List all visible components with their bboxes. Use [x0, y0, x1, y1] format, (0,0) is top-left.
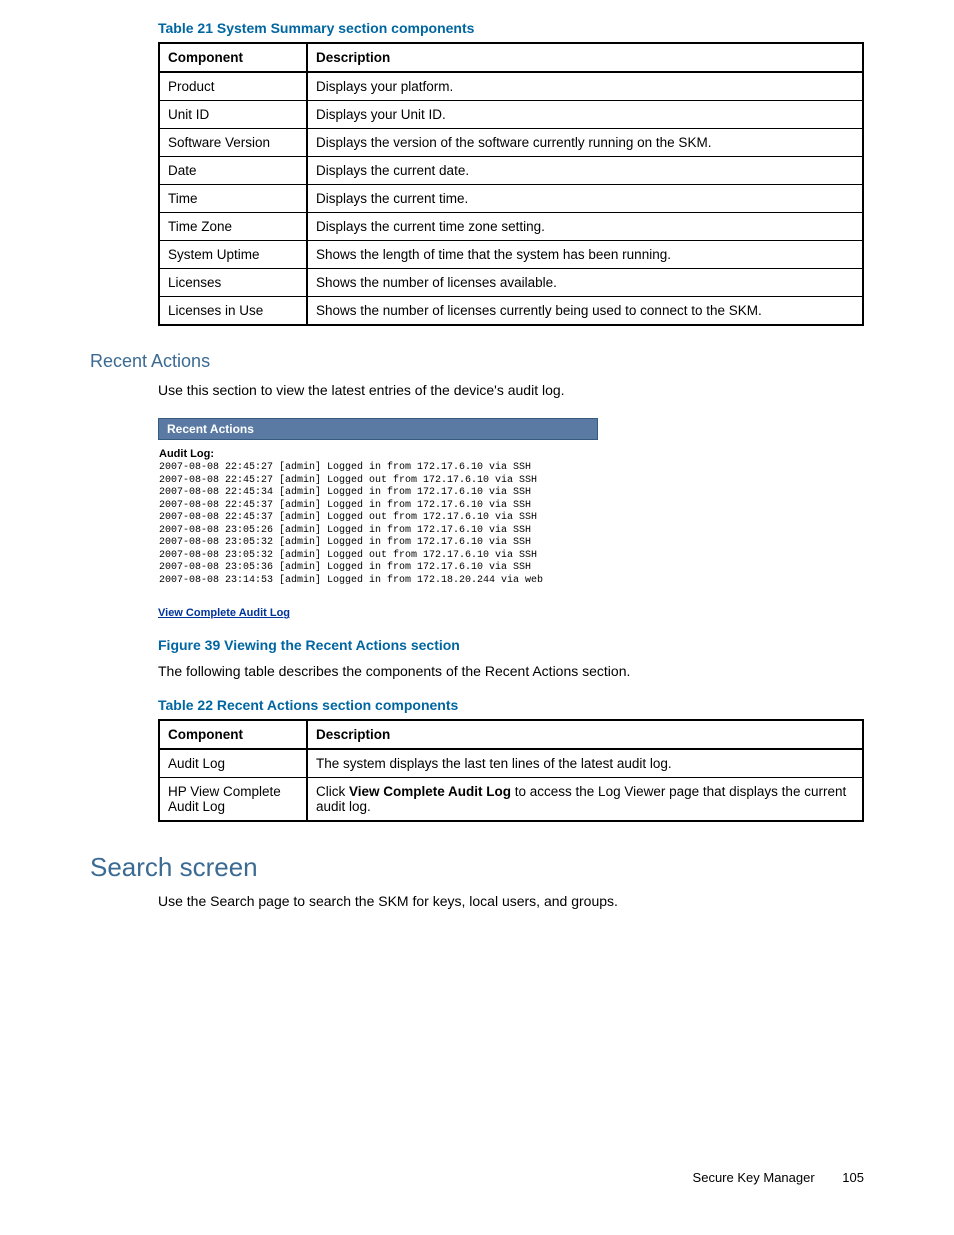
recent-actions-heading: Recent Actions [90, 351, 864, 372]
table21-caption: Table 21 System Summary section componen… [158, 20, 864, 36]
table-row: LicensesShows the number of licenses ava… [159, 269, 863, 297]
table22-header-description: Description [307, 720, 863, 749]
footer-page-number: 105 [842, 1170, 864, 1185]
cell-component: Audit Log [159, 749, 307, 778]
search-screen-intro: Use the Search page to search the SKM fo… [158, 891, 864, 911]
cell-description: Displays your platform. [307, 72, 863, 101]
table22-intro: The following table describes the compon… [158, 661, 864, 681]
cell-description: Click View Complete Audit Log to access … [307, 777, 863, 821]
table-row: DateDisplays the current date. [159, 157, 863, 185]
table22: Component Description Audit LogThe syste… [158, 719, 864, 822]
cell-component: HP View Complete Audit Log [159, 777, 307, 821]
cell-description: Displays the version of the software cur… [307, 129, 863, 157]
audit-log-content: 2007-08-08 22:45:27 [admin] Logged in fr… [159, 462, 597, 587]
table-row: TimeDisplays the current time. [159, 185, 863, 213]
recent-actions-intro: Use this section to view the latest entr… [158, 380, 864, 400]
cell-component: Date [159, 157, 307, 185]
view-complete-audit-log-link[interactable]: View Complete Audit Log [158, 607, 290, 619]
cell-description: Displays the current time. [307, 185, 863, 213]
cell-description: Displays your Unit ID. [307, 101, 863, 129]
cell-component: Time [159, 185, 307, 213]
table-row: System UptimeShows the length of time th… [159, 241, 863, 269]
cell-component: Time Zone [159, 213, 307, 241]
bold-text: View Complete Audit Log [349, 784, 511, 799]
table-row: Unit IDDisplays your Unit ID. [159, 101, 863, 129]
cell-component: Unit ID [159, 101, 307, 129]
table22-caption: Table 22 Recent Actions section componen… [158, 697, 864, 713]
cell-component: System Uptime [159, 241, 307, 269]
table-row: Licenses in UseShows the number of licen… [159, 297, 863, 326]
recent-actions-panel-title: Recent Actions [158, 418, 598, 440]
table-row: Time ZoneDisplays the current time zone … [159, 213, 863, 241]
page-footer: Secure Key Manager 105 [693, 1170, 864, 1185]
table22-header-component: Component [159, 720, 307, 749]
search-screen-heading: Search screen [90, 852, 864, 883]
cell-component: Licenses [159, 269, 307, 297]
cell-component: Product [159, 72, 307, 101]
cell-description: Shows the number of licenses currently b… [307, 297, 863, 326]
cell-description: The system displays the last ten lines o… [307, 749, 863, 778]
table-row: HP View Complete Audit LogClick View Com… [159, 777, 863, 821]
figure39-caption: Figure 39 Viewing the Recent Actions sec… [158, 637, 864, 653]
cell-description: Shows the number of licenses available. [307, 269, 863, 297]
cell-description: Shows the length of time that the system… [307, 241, 863, 269]
cell-component: Licenses in Use [159, 297, 307, 326]
table-row: Audit LogThe system displays the last te… [159, 749, 863, 778]
table21-header-component: Component [159, 43, 307, 72]
table21: Component Description ProductDisplays yo… [158, 42, 864, 326]
table-row: ProductDisplays your platform. [159, 72, 863, 101]
footer-title: Secure Key Manager [693, 1170, 815, 1185]
cell-description: Displays the current time zone setting. [307, 213, 863, 241]
audit-log-label: Audit Log: [159, 448, 597, 460]
recent-actions-panel: Recent Actions Audit Log: 2007-08-08 22:… [158, 418, 598, 587]
table21-header-description: Description [307, 43, 863, 72]
cell-component: Software Version [159, 129, 307, 157]
table-row: Software VersionDisplays the version of … [159, 129, 863, 157]
cell-description: Displays the current date. [307, 157, 863, 185]
